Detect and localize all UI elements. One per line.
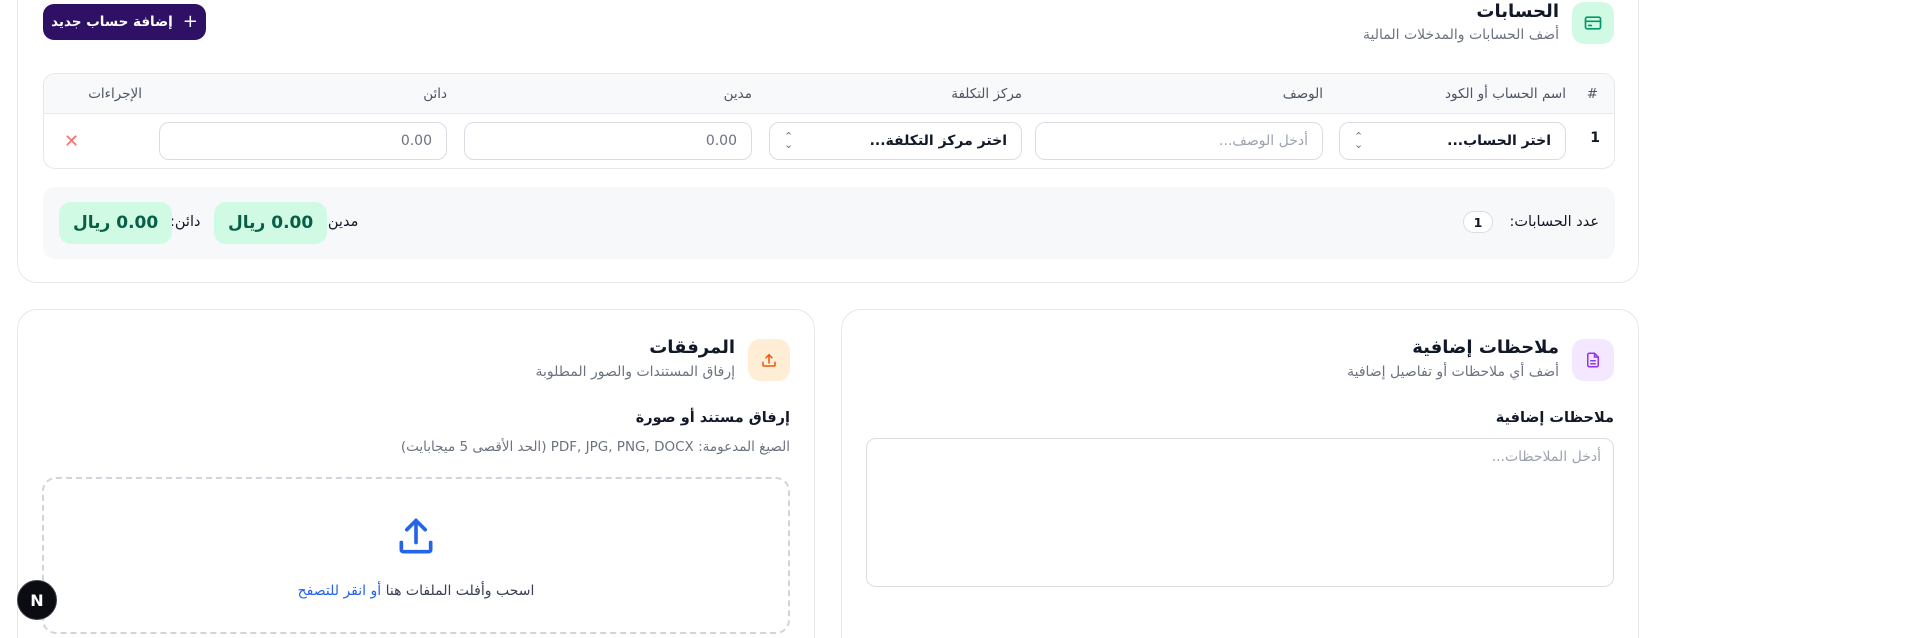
accounts-subtitle: أضف الحسابات والمدخلات المالية — [1363, 27, 1559, 43]
upload-icon — [748, 339, 790, 381]
notes-textarea[interactable]: أدخل الملاحظات... — [866, 438, 1614, 587]
formats-hint: الصيغ المدعومة: PDF, JPG, PNG, DOCX (الح… — [400, 439, 790, 455]
credit-value: 0.00 — [400, 133, 432, 149]
accounts-title: الحسابات — [1476, 1, 1559, 22]
notes-placeholder: أدخل الملاحظات... — [1491, 449, 1601, 465]
description-input[interactable]: أدخل الوصف... — [1035, 122, 1323, 160]
header-credit: دائن — [423, 86, 447, 102]
attachments-card: المرفقات إرفاق المستندات والصور المطلوبة… — [17, 309, 815, 638]
browse-link[interactable]: أو انقر للتصفح — [298, 583, 382, 599]
drop-instruction: اسحب وأفلت الملفات هنا — [385, 583, 535, 599]
account-select[interactable]: اختر الحساب... ⌃ ⌄ — [1339, 122, 1566, 160]
credit-total-label: دائن: — [170, 214, 201, 230]
attachments-title: المرفقات — [649, 337, 735, 358]
add-account-button[interactable]: + إضافة حساب جديد — [43, 4, 206, 40]
header-description: الوصف — [1282, 86, 1323, 102]
header-cost-center: مركز التكلفة — [951, 86, 1022, 102]
app-logo-badge[interactable]: N — [17, 580, 57, 620]
table-header: # اسم الحساب أو الكود الوصف مركز التكلفة… — [44, 74, 1614, 114]
row-number: 1 — [1590, 130, 1600, 146]
header-actions: الإجراءات — [88, 86, 142, 102]
plus-icon: + — [182, 11, 198, 32]
header-debit: مدين — [723, 86, 752, 102]
chevron-updown-icon: ⌃ ⌄ — [784, 130, 794, 151]
header-num: # — [1586, 86, 1598, 102]
cost-center-select-value: اختر مركز التكلفة... — [869, 133, 1007, 149]
debit-input[interactable]: 0.00 — [464, 122, 752, 160]
file-dropzone[interactable]: اسحب وأفلت الملفات هنا أو انقر للتصفح — [42, 477, 790, 634]
add-account-label: إضافة حساب جديد — [51, 14, 173, 30]
notes-subtitle: أضف أي ملاحظات أو تفاصيل إضافية — [1347, 364, 1559, 380]
chevron-updown-icon: ⌃ ⌄ — [1354, 130, 1364, 151]
credit-total-badge: 0.00 ريال — [59, 202, 173, 244]
accounts-card: الحسابات أضف الحسابات والمدخلات المالية … — [17, 0, 1639, 283]
notes-title: ملاحظات إضافية — [1412, 337, 1559, 358]
header-account: اسم الحساب أو الكود — [1445, 86, 1566, 102]
dropzone-text: اسحب وأفلت الملفات هنا أو انقر للتصفح — [44, 583, 788, 599]
notes-card: ملاحظات إضافية أضف أي ملاحظات أو تفاصيل … — [841, 309, 1639, 638]
debit-total-label: مدين: — [323, 214, 359, 230]
description-placeholder: أدخل الوصف... — [1219, 133, 1308, 149]
credit-input[interactable]: 0.00 — [159, 122, 447, 160]
accounts-summary: عدد الحسابات: 1 مدين: 0.00 ريال دائن: 0.… — [43, 187, 1615, 259]
cost-center-select[interactable]: اختر مركز التكلفة... ⌃ ⌄ — [769, 122, 1022, 160]
account-select-value: اختر الحساب... — [1447, 133, 1551, 149]
notes-field-label: ملاحظات إضافية — [1495, 410, 1614, 426]
close-icon[interactable]: ✕ — [64, 131, 79, 152]
accounts-table: # اسم الحساب أو الكود الوصف مركز التكلفة… — [43, 73, 1615, 169]
attachments-subtitle: إرفاق المستندات والصور المطلوبة — [535, 364, 735, 380]
count-label: عدد الحسابات: — [1509, 214, 1599, 230]
count-badge: 1 — [1463, 211, 1493, 233]
attachments-field-label: إرفاق مستند أو صورة — [635, 410, 790, 426]
debit-value: 0.00 — [705, 133, 737, 149]
debit-total-badge: 0.00 ريال — [214, 202, 328, 244]
credit-card-icon — [1572, 2, 1614, 44]
upload-arrow-icon — [44, 515, 788, 559]
document-icon — [1572, 339, 1614, 381]
